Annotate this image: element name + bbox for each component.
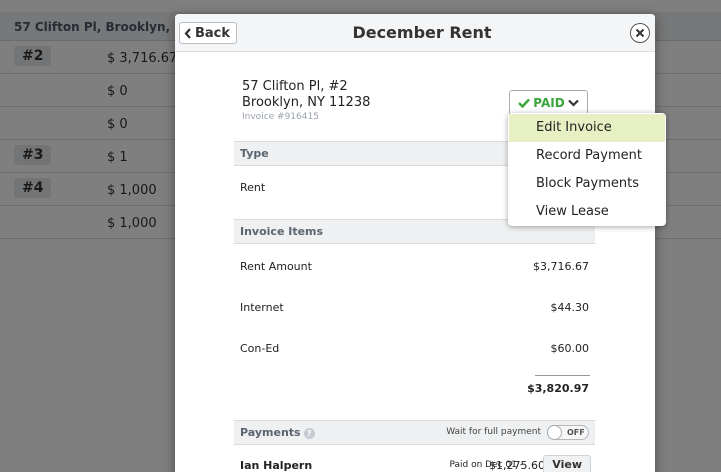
modal-header: Back December Rent — [175, 14, 655, 52]
status-dropdown-menu: Edit Invoice Record Payment Block Paymen… — [508, 113, 666, 226]
toggle-state-label: OFF — [567, 428, 585, 437]
menu-item-block-payments[interactable]: Block Payments — [509, 170, 665, 198]
status-dropdown-button[interactable]: PAID — [509, 90, 588, 115]
help-icon[interactable]: ? — [303, 427, 315, 439]
close-icon — [635, 28, 645, 38]
item-value: $60.00 — [550, 342, 590, 355]
menu-item-view-lease[interactable]: View Lease — [509, 198, 665, 226]
modal-title: December Rent — [352, 23, 492, 42]
payments-header-label: Payments — [240, 426, 301, 439]
item-value: $44.30 — [550, 301, 590, 314]
invoice-total: $3,820.97 — [527, 382, 589, 395]
invoice-modal: Back December Rent 57 Clifton Pl, #2 Bro… — [175, 14, 655, 472]
close-button[interactable] — [630, 23, 650, 43]
invoice-item-row: Con-Ed $60.00 — [240, 342, 589, 355]
menu-item-edit-invoice[interactable]: Edit Invoice — [509, 114, 665, 142]
checkmark-icon — [518, 98, 531, 108]
address-line-2: Brooklyn, NY 11238 — [242, 95, 371, 110]
invoice-item-row: Internet $44.30 — [240, 301, 589, 314]
property-address: 57 Clifton Pl, #2 Brooklyn, NY 11238 — [242, 79, 370, 111]
wait-full-payment-toggle[interactable]: OFF — [547, 425, 589, 440]
payment-amount: $1,275.60 — [489, 459, 545, 472]
payer-name: Ian Halpern — [240, 459, 313, 472]
payments-section-header: Payments? Wait for full payment OFF — [234, 420, 595, 445]
item-label: Internet — [240, 301, 284, 314]
item-value: $3,716.67 — [533, 260, 589, 273]
view-payment-button[interactable]: View — [543, 455, 591, 472]
menu-item-record-payment[interactable]: Record Payment — [509, 142, 665, 170]
invoice-number: Invoice #916415 — [242, 112, 319, 122]
item-label: Rent Amount — [240, 260, 312, 273]
total-divider — [535, 375, 590, 376]
status-label: PAID — [533, 95, 565, 110]
chevron-down-icon — [567, 99, 579, 107]
item-label: Con-Ed — [240, 342, 280, 355]
toggle-knob — [547, 425, 562, 440]
wait-full-payment-label: Wait for full payment — [446, 427, 541, 437]
invoice-item-row: Rent Amount $3,716.67 — [240, 260, 589, 273]
address-line-1: 57 Clifton Pl, #2 — [242, 79, 348, 94]
